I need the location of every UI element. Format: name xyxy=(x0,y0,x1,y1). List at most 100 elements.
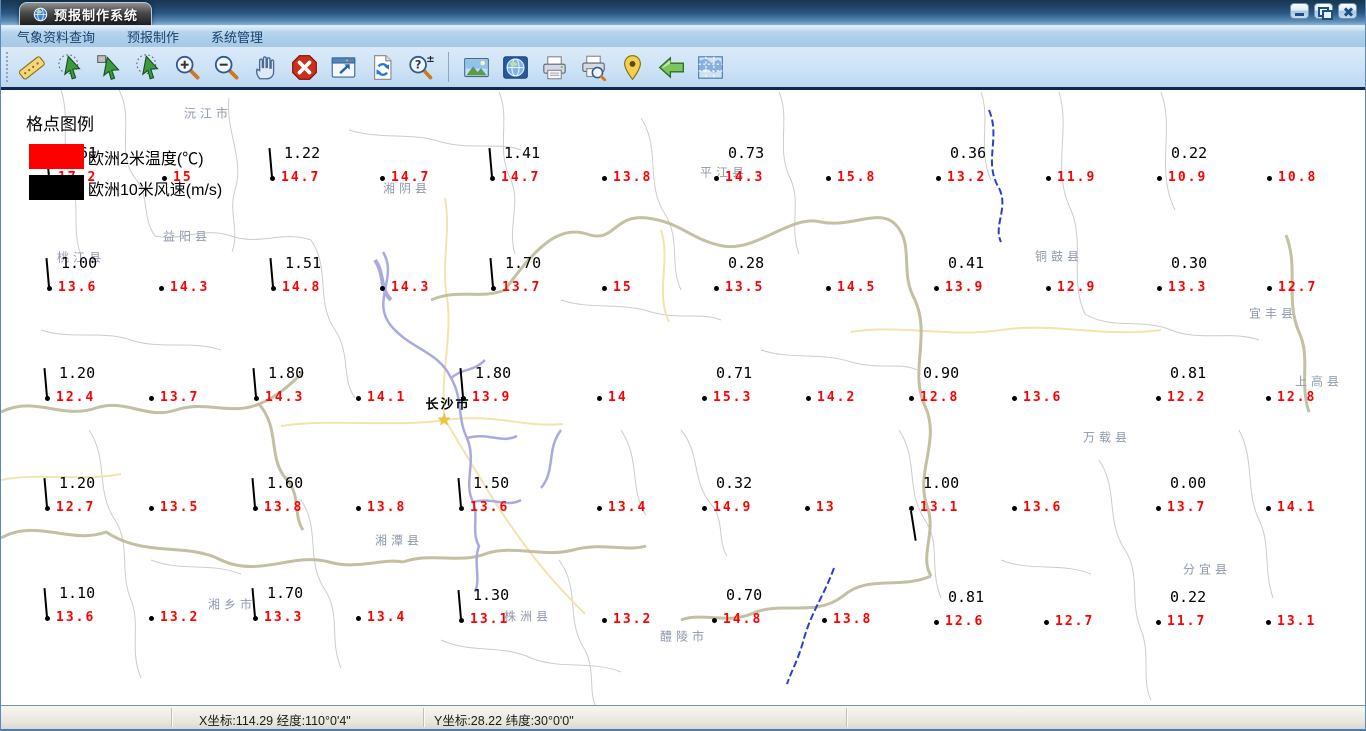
wind-barb xyxy=(457,590,462,620)
point-dot xyxy=(933,285,939,291)
image-icon xyxy=(463,54,490,81)
wind-speed-value: 1.20 xyxy=(59,364,96,382)
temperature-value: 14.1 xyxy=(367,390,407,405)
point-dot xyxy=(1266,285,1272,291)
restore-button[interactable] xyxy=(1314,3,1333,20)
wind-speed-value: 1.10 xyxy=(59,584,96,602)
app-title-tab[interactable]: 预报制作系统 xyxy=(19,2,153,25)
temperature-value: 13.3 xyxy=(264,610,304,625)
toolbar-add-marker-button[interactable] xyxy=(615,50,649,84)
wind-barb xyxy=(269,258,274,288)
temperature-value: 10.8 xyxy=(1278,170,1318,185)
toolbar-print-button[interactable] xyxy=(537,50,571,84)
temperature-value: 14.8 xyxy=(282,280,322,295)
wind-speed-value: 1.41 xyxy=(504,144,541,162)
temperature-value: 13.5 xyxy=(725,280,765,295)
point-dot xyxy=(355,395,361,401)
toolbar-select-area-button[interactable] xyxy=(131,50,165,84)
wind-speed-value: 0.41 xyxy=(948,254,985,272)
toolbar-export-image-button[interactable] xyxy=(459,50,493,84)
toolbar-base-map-button[interactable] xyxy=(498,50,532,84)
city-label: 株洲县 xyxy=(503,609,553,624)
temperature-value: 10.9 xyxy=(1168,170,1208,185)
temperature-value: 14.8 xyxy=(723,612,763,627)
wind-speed-value: 1.51 xyxy=(285,254,322,272)
point-dot xyxy=(908,395,914,401)
toolbar-select-region-button[interactable] xyxy=(693,50,727,84)
zoom-in-icon xyxy=(174,54,201,81)
temperature-value: 14.5 xyxy=(837,280,877,295)
point-dot xyxy=(713,285,719,291)
wind-barb xyxy=(45,258,50,288)
legend-item: 欧洲10米风速(m/s) xyxy=(29,175,222,200)
wind-speed-value: 0.90 xyxy=(923,364,960,382)
wind-barb xyxy=(252,368,257,398)
wind-barb xyxy=(910,510,917,541)
print-icon xyxy=(541,54,568,81)
point-dot xyxy=(1265,505,1271,511)
restore-icon xyxy=(1315,4,1333,20)
wind-speed-value: 1.00 xyxy=(61,254,98,272)
temperature-value: 12.6 xyxy=(945,614,985,629)
minimize-icon xyxy=(1291,4,1308,18)
temperature-value: 13.9 xyxy=(945,280,985,295)
point-dot xyxy=(1045,285,1051,291)
status-x-coordinate: X坐标:114.29 经度:110°0'4" xyxy=(199,714,351,728)
toolbar-select-point-button[interactable] xyxy=(53,50,87,84)
toolbar-separator xyxy=(448,52,449,82)
toolbar-back-button[interactable] xyxy=(654,50,688,84)
minimize-button[interactable] xyxy=(1290,3,1309,19)
point-dot xyxy=(1043,619,1049,625)
temperature-value: 14.2 xyxy=(817,390,857,405)
temperature-value: 11.9 xyxy=(1057,170,1097,185)
menu-item-weather-data-query[interactable]: 气象资料查询 xyxy=(1,27,111,46)
back-arrow-icon xyxy=(658,54,685,81)
map-pin-icon xyxy=(619,54,646,81)
toolbar-cancel-button[interactable] xyxy=(287,50,321,84)
toolbar-zoom-out-button[interactable] xyxy=(209,50,243,84)
point-dot xyxy=(908,505,914,511)
temperature-value: 14.1 xyxy=(1277,500,1317,515)
toolbar-full-extent-button[interactable] xyxy=(326,50,360,84)
legend-swatch xyxy=(29,175,84,200)
wind-speed-value: 0.30 xyxy=(1171,254,1208,272)
select-arrow-circle-icon xyxy=(57,53,84,81)
toolbar-pan-button[interactable] xyxy=(248,50,282,84)
temperature-value: 13.4 xyxy=(367,610,407,625)
status-y-coordinate: Y坐标:28.22 纬度:30°0'0" xyxy=(434,714,574,728)
point-dot xyxy=(701,505,707,511)
temperature-value: 13.6 xyxy=(1023,390,1063,405)
close-button[interactable] xyxy=(1338,3,1357,19)
app-globe-icon xyxy=(33,7,48,22)
status-bar: X坐标:114.29 经度:110°0'4" Y坐标:28.22 纬度:30°0… xyxy=(1,705,1365,729)
map-area[interactable]: 沅江市 湘阴县 平江县 益阳县 桃江县 铜鼓县 宜丰县 上高县 万载县 长沙市 湘潭县 湘乡市 株洲县醴… xyxy=(1,90,1365,705)
point-dot xyxy=(355,505,361,511)
temperature-value: 13.1 xyxy=(920,500,960,515)
toolbar-select-rect-button[interactable] xyxy=(92,50,126,84)
legend-label: 欧洲2米温度(℃) xyxy=(88,150,204,168)
point-dot xyxy=(601,175,607,181)
toolbar-zoom-in-button[interactable] xyxy=(170,50,204,84)
point-dot xyxy=(1156,175,1162,181)
temperature-value: 14 xyxy=(608,390,628,405)
toolbar-print-preview-button[interactable] xyxy=(576,50,610,84)
status-separator xyxy=(423,708,425,727)
close-icon xyxy=(1339,4,1356,18)
toolbar-refresh-button[interactable] xyxy=(365,50,399,84)
toolbar-identify-button[interactable]: ? ± xyxy=(404,50,438,84)
select-arrow-circle2-icon xyxy=(135,53,162,81)
menu-item-forecast-production[interactable]: 预报制作 xyxy=(111,27,195,46)
city-label: 铜鼓县 xyxy=(1034,249,1084,264)
point-dot xyxy=(1266,175,1272,181)
wind-speed-value: 0.73 xyxy=(728,144,765,162)
temperature-value: 15 xyxy=(613,280,633,295)
toolbar-measure-button[interactable] xyxy=(14,50,48,84)
menu-item-system-management[interactable]: 系统管理 xyxy=(195,27,279,46)
toolbar: ? ± xyxy=(1,47,1365,90)
city-label: 湘潭县 xyxy=(374,533,424,548)
temperature-value: 13.3 xyxy=(1168,280,1208,295)
window-controls xyxy=(1290,3,1357,20)
point-dot xyxy=(148,395,154,401)
wind-speed-value: 0.22 xyxy=(1170,588,1207,606)
wind-barb xyxy=(268,148,273,178)
